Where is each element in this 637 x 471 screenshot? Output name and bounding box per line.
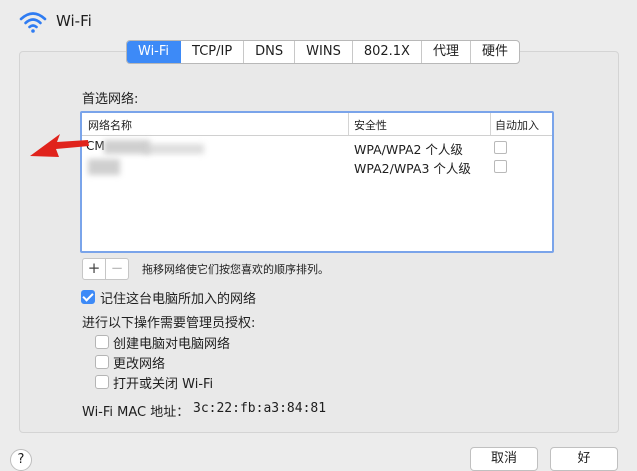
wifi-icon (19, 12, 47, 33)
window-title: Wi-Fi (56, 12, 92, 30)
toggle-wifi-checkbox[interactable] (95, 375, 109, 389)
auto-join-checkbox[interactable] (494, 160, 507, 173)
red-arrow-icon (30, 134, 89, 157)
change-networks-checkbox[interactable] (95, 355, 109, 369)
admin-auth-heading: 进行以下操作需要管理员授权: (82, 316, 256, 331)
tab-proxy[interactable]: 代理 (422, 41, 471, 63)
table-header: 网络名称 安全性 自动加入 (82, 113, 552, 136)
column-security[interactable]: 安全性 (354, 117, 387, 133)
network-security: WPA/WPA2 个人级 (354, 142, 463, 157)
title-bar: Wi-Fi (0, 0, 637, 42)
column-divider (348, 113, 349, 135)
network-security: WPA2/WPA3 个人级 (354, 161, 471, 176)
mac-address-value: 3c:22:fb:a3:84:81 (193, 401, 327, 416)
remember-networks-label[interactable]: 记住这台电脑所加入的网络 (100, 288, 256, 307)
table-row[interactable]: WPA2/WPA3 个人级 (82, 157, 552, 176)
cancel-button[interactable]: 取消 (470, 447, 538, 471)
table-row[interactable]: CM WPA/WPA2 个人级 (82, 138, 552, 157)
change-networks-label[interactable]: 更改网络 (113, 353, 165, 372)
tab-wifi[interactable]: Wi-Fi (127, 41, 182, 63)
preferred-networks-table[interactable]: 网络名称 安全性 自动加入 CM WPA/WPA2 个人级 WPA2/WPA3 … (80, 111, 554, 253)
remember-networks-checkbox[interactable] (81, 290, 95, 304)
add-network-button[interactable]: + (83, 259, 105, 279)
tab-bar: Wi-Fi TCP/IP DNS WINS 802.1X 代理 硬件 (126, 40, 520, 64)
create-computer-network-checkbox[interactable] (95, 335, 109, 349)
auto-join-checkbox[interactable] (494, 141, 507, 154)
help-button[interactable]: ? (10, 449, 32, 471)
redacted-network-name (144, 144, 204, 154)
preferred-networks-label: 首选网络: (82, 92, 139, 107)
toggle-wifi-label[interactable]: 打开或关闭 Wi-Fi (113, 373, 213, 392)
ok-button[interactable]: 好 (550, 447, 618, 471)
column-divider (490, 113, 491, 135)
column-network-name[interactable]: 网络名称 (88, 117, 132, 133)
tab-8021x[interactable]: 802.1X (353, 41, 422, 63)
tab-hardware[interactable]: 硬件 (471, 41, 519, 63)
create-computer-network-label[interactable]: 创建电脑对电脑网络 (113, 333, 230, 352)
tab-dns[interactable]: DNS (244, 41, 296, 63)
tab-tcp-ip[interactable]: TCP/IP (181, 41, 245, 63)
reorder-hint: 拖移网络使它们按您喜欢的顺序排列。 (142, 263, 329, 276)
redacted-network-name (88, 159, 120, 175)
remove-network-button[interactable]: − (105, 259, 128, 279)
mac-address-label: Wi-Fi MAC 地址： (82, 405, 190, 420)
add-remove-control: + − (82, 258, 129, 280)
tab-wins[interactable]: WINS (295, 41, 353, 63)
column-auto-join[interactable]: 自动加入 (495, 117, 539, 133)
